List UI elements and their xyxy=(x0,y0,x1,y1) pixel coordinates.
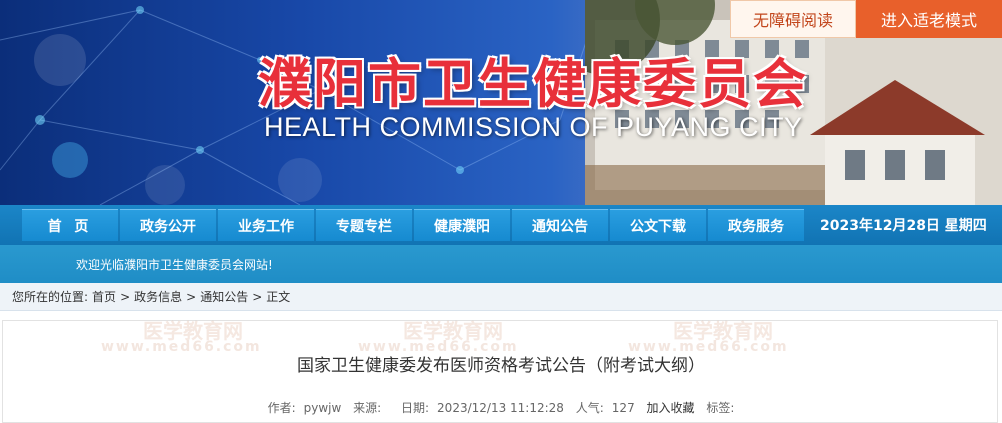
site-subtitle: HEALTH COMMISSION OF PUYANG CITY xyxy=(264,112,803,142)
header-banner: 无障碍阅读 进入适老模式 濮阳市卫生健康委员会 HEALTH COMMISSIO… xyxy=(0,0,1002,205)
nav-item-notices[interactable]: 通知公告 xyxy=(512,209,608,241)
nav-item-business-work[interactable]: 业务工作 xyxy=(218,209,314,241)
article-title: 国家卫生健康委发布医师资格考试公告（附考试大纲） xyxy=(297,356,705,376)
breadcrumb-separator: > xyxy=(120,289,131,304)
watermark-text: 医学教育网 xyxy=(143,319,243,343)
date-value: 2023/12/13 11:12:28 xyxy=(437,401,564,415)
welcome-strip: 欢迎光临濮阳市卫生健康委员会网站! xyxy=(0,245,1002,283)
nav-item-home[interactable]: 首 页 xyxy=(22,209,118,241)
author-label: 作者: xyxy=(267,401,296,415)
article-panel: 医学教育网 www.med66.com 医学教育网 www.med66.com … xyxy=(2,319,999,423)
watermark-text: 医学教育网 xyxy=(673,319,773,343)
accessibility-reading-button[interactable]: 无障碍阅读 xyxy=(730,0,856,38)
nav-item-special-topics[interactable]: 专题专栏 xyxy=(316,209,412,241)
breadcrumb-current: 正文 xyxy=(266,290,291,304)
breadcrumb: 您所在的位置: 首页 > 政务信息 > 通知公告 > 正文 xyxy=(0,283,1002,311)
tags-label: 标签: xyxy=(706,401,735,415)
date-label: 日期: xyxy=(401,401,430,415)
elderly-mode-button[interactable]: 进入适老模式 xyxy=(856,0,1002,38)
breadcrumb-government-info[interactable]: 政务信息 xyxy=(134,288,182,305)
author-value: pywjw xyxy=(303,401,342,415)
main-nav: 首 页 政务公开 业务工作 专题专栏 健康濮阳 通知公告 公文下载 政务服务 2… xyxy=(0,205,1002,245)
article-meta: 作者: pywjw 来源: 日期: 2023/12/13 11:12:28 人气: 1… xyxy=(3,399,999,416)
site-title: 濮阳市卫生健康委员会 xyxy=(258,53,808,115)
current-date: 2023年12月28日 星期四 xyxy=(820,218,987,234)
welcome-message: 欢迎光临濮阳市卫生健康委员会网站! xyxy=(76,258,273,272)
breadcrumb-separator: > xyxy=(186,289,197,304)
source-label: 来源: xyxy=(353,401,382,415)
views-label: 人气: xyxy=(575,401,604,415)
views-value: 127 xyxy=(611,401,635,415)
breadcrumb-home[interactable]: 首页 xyxy=(92,288,116,305)
breadcrumb-prefix: 您所在的位置: xyxy=(12,290,89,304)
nav-item-document-download[interactable]: 公文下载 xyxy=(610,209,706,241)
add-favorite-link[interactable]: 加入收藏 xyxy=(647,401,695,415)
nav-item-healthy-puyang[interactable]: 健康濮阳 xyxy=(414,209,510,241)
breadcrumb-notices[interactable]: 通知公告 xyxy=(200,288,248,305)
nav-item-government-affairs[interactable]: 政务公开 xyxy=(120,209,216,241)
breadcrumb-separator: > xyxy=(252,289,263,304)
watermark-text: 医学教育网 xyxy=(403,319,503,343)
nav-item-government-services[interactable]: 政务服务 xyxy=(708,209,804,241)
